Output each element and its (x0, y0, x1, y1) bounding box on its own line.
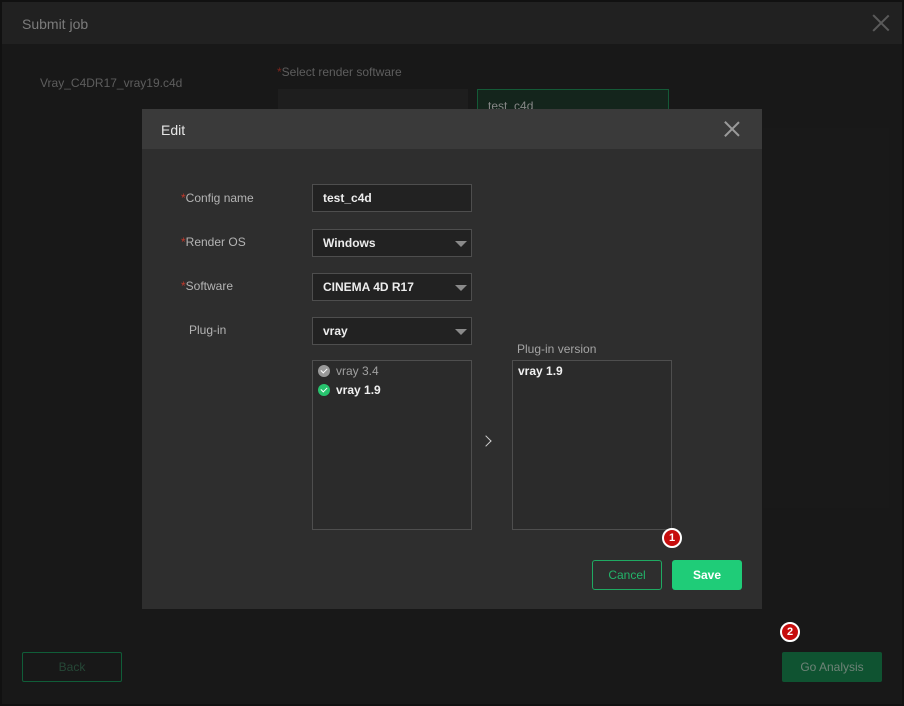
step-badge-1: 1 (662, 528, 682, 548)
plugin-version-label-text: vray 1.9 (518, 364, 563, 378)
config-name-label: *Config name (181, 191, 254, 205)
software-value: CINEMA 4D R17 (323, 280, 414, 294)
step-badge-2: 2 (780, 622, 800, 642)
plugin-option-label: vray 1.9 (336, 383, 381, 397)
render-os-value: Windows (323, 236, 376, 250)
plugin-options-list: vray 3.4 vray 1.9 (312, 360, 472, 530)
plugin-label: Plug-in (189, 323, 227, 337)
dialog-title: Edit (161, 122, 186, 138)
plugin-value: vray (323, 324, 348, 338)
plugin-option[interactable]: vray 3.4 (318, 363, 379, 379)
render-os-label: *Render OS (181, 235, 246, 249)
check-circle-icon (318, 365, 330, 377)
plugin-select[interactable]: vray (312, 317, 472, 345)
plugin-version-list: vray 1.9 (512, 360, 672, 530)
render-os-select[interactable]: Windows (312, 229, 472, 257)
chevron-right-icon[interactable] (481, 434, 493, 448)
save-button[interactable]: Save (672, 560, 742, 590)
render-os-label-text: Render OS (185, 235, 246, 249)
software-label: *Software (181, 279, 233, 293)
cancel-button[interactable]: Cancel (592, 560, 662, 590)
plugin-version-label: Plug-in version (517, 342, 597, 356)
plugin-option-label: vray 3.4 (336, 364, 379, 378)
config-name-input[interactable] (312, 184, 472, 212)
plugin-version-item[interactable]: vray 1.9 (518, 363, 563, 379)
plugin-option[interactable]: vray 1.9 (318, 382, 381, 398)
config-name-label-text: Config name (185, 191, 254, 205)
software-label-text: Software (185, 279, 234, 293)
check-circle-icon (318, 384, 330, 396)
chevron-down-icon (455, 329, 467, 335)
dialog-header: Edit (142, 109, 762, 149)
chevron-down-icon (455, 285, 467, 291)
software-select[interactable]: CINEMA 4D R17 (312, 273, 472, 301)
close-icon[interactable] (724, 121, 740, 137)
chevron-down-icon (455, 241, 467, 247)
